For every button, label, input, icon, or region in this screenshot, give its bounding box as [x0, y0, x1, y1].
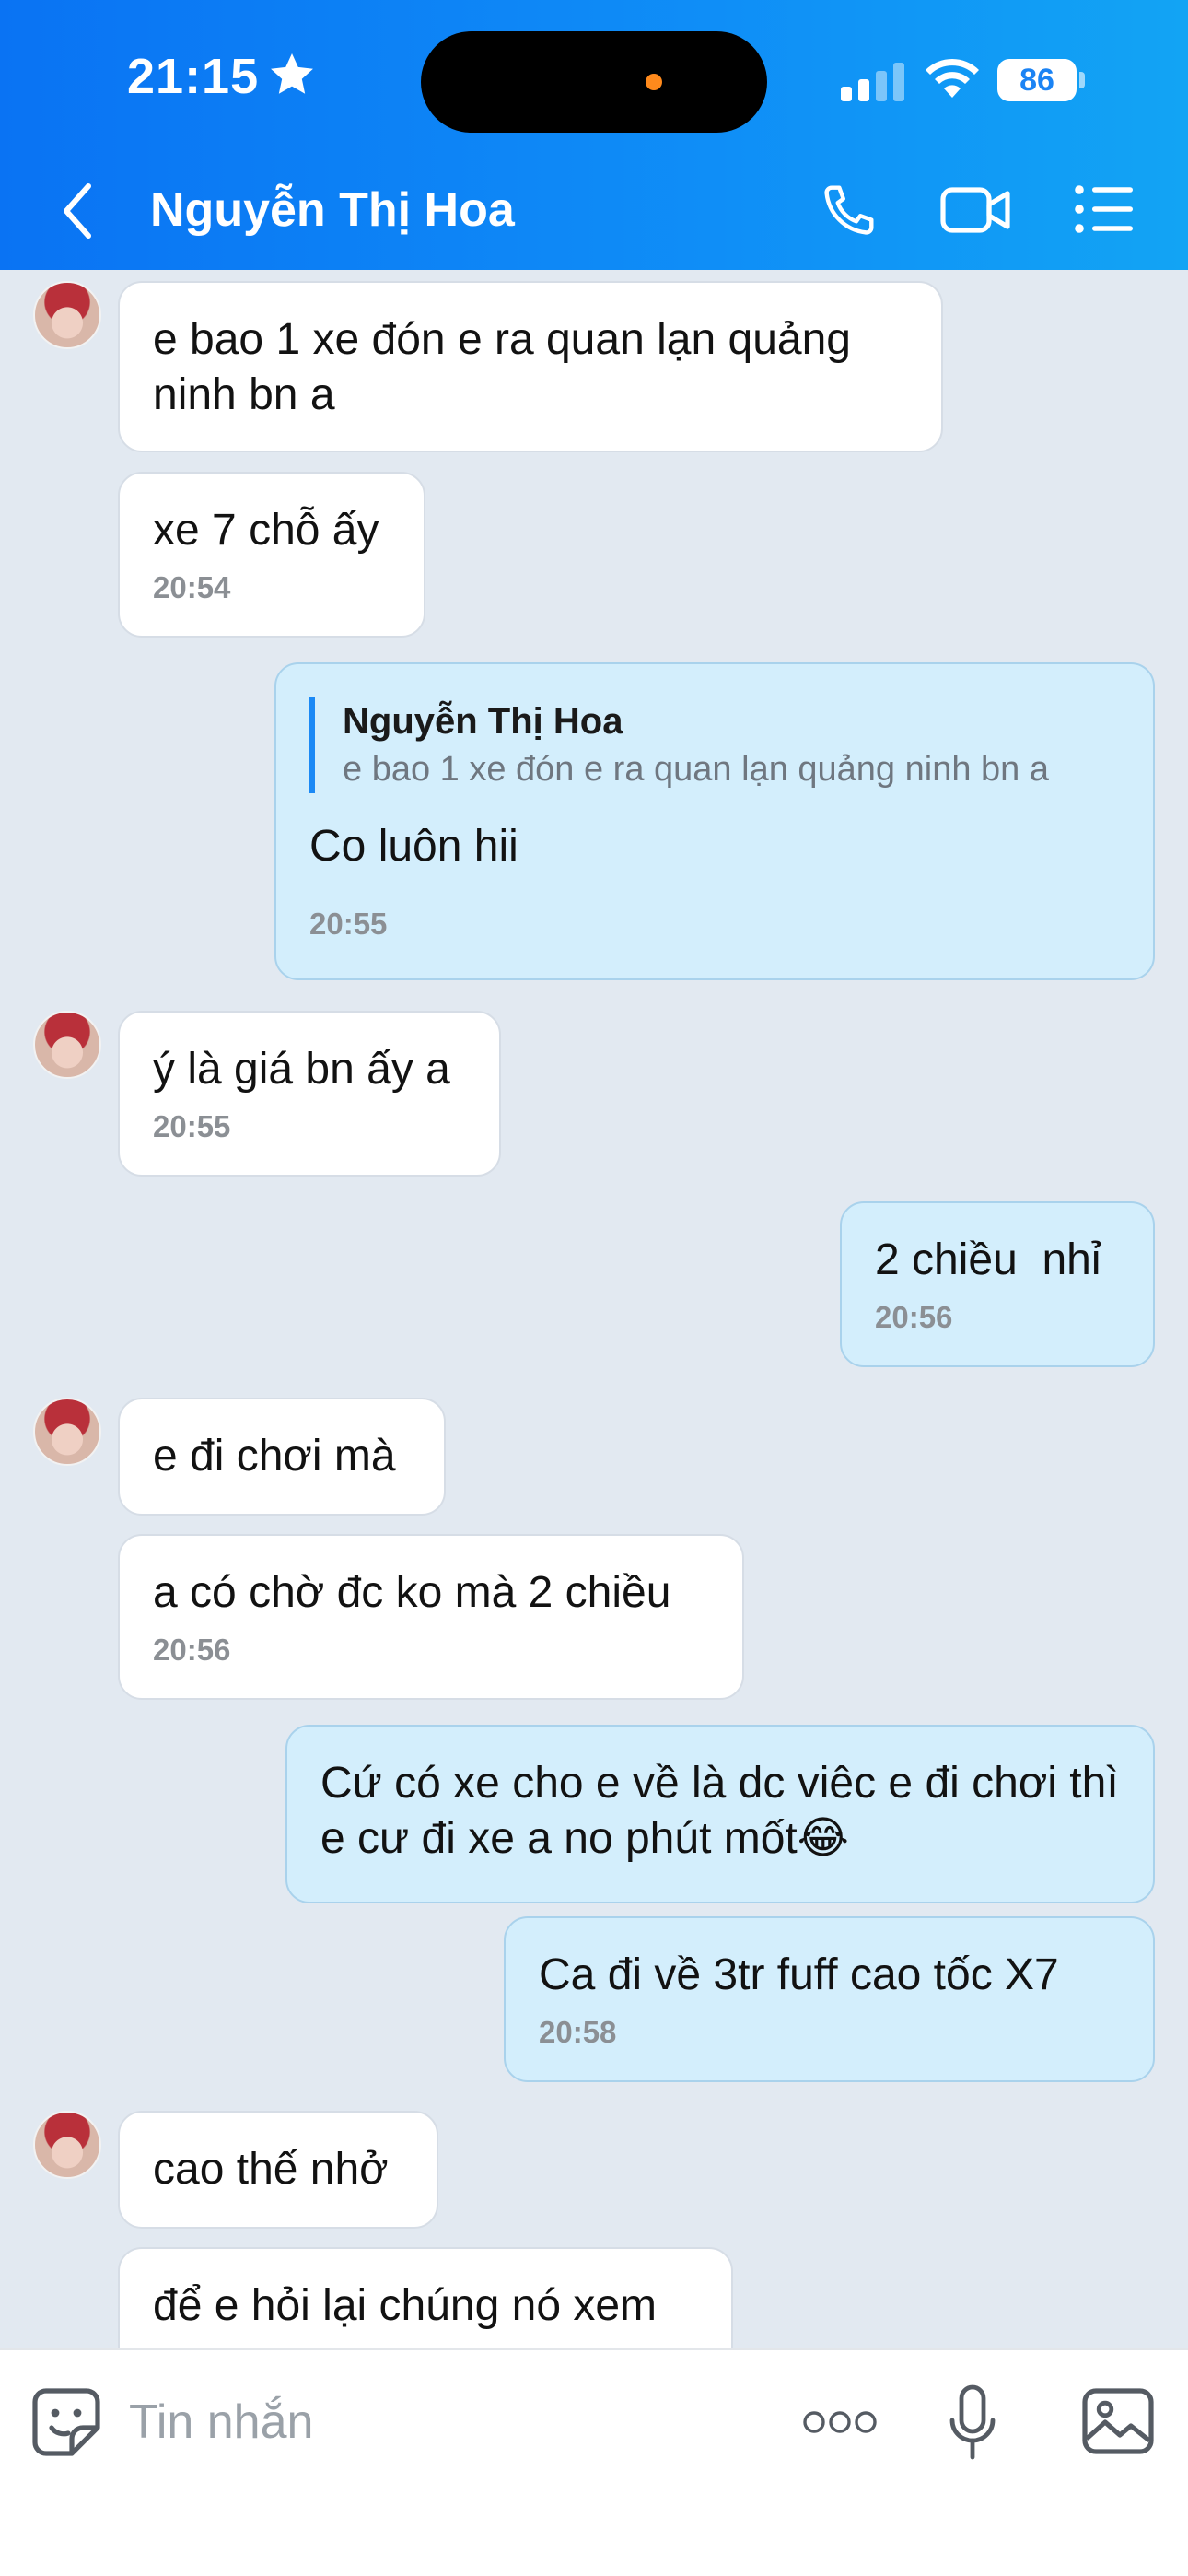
message-time: 20:56: [875, 1300, 953, 1334]
message-bubble-incoming[interactable]: xe 7 chỗ ấy 20:54: [118, 472, 425, 638]
message-input[interactable]: [129, 2385, 774, 2459]
message-text: Co luôn hii: [309, 822, 518, 871]
message-text: e bao 1 xe đón e ra quan lạn quảng ninh …: [153, 315, 851, 419]
contact-name[interactable]: Nguyễn Thị Hoa: [150, 182, 515, 238]
image-icon[interactable]: [1081, 2387, 1155, 2455]
message-text: ý là giá bn ấy a: [153, 1045, 450, 1094]
contact-avatar[interactable]: [33, 1011, 101, 1079]
message-text: a có chờ đc ko mà 2 chiều: [153, 1568, 671, 1617]
reply-quote[interactable]: Nguyễn Thị Hoa e bao 1 xe đón e ra quan …: [309, 697, 1120, 793]
more-dots-icon[interactable]: [801, 2404, 879, 2441]
list-menu-icon[interactable]: [1074, 184, 1135, 234]
battery-level: 86: [997, 59, 1077, 101]
message-text: 2 chiều nhỉ: [875, 1235, 1101, 1284]
message-bubble-outgoing[interactable]: Nguyễn Thị Hoa e bao 1 xe đón e ra quan …: [274, 662, 1155, 980]
wifi-icon: [926, 58, 979, 98]
message-bubble-outgoing[interactable]: Cứ có xe cho e về là dc viêc e đi chơi t…: [285, 1725, 1155, 1903]
message-bubble-incoming[interactable]: để e hỏi lại chúng nó xem: [118, 2247, 733, 2348]
message-time: 20:55: [309, 907, 388, 941]
sticker-icon[interactable]: [31, 2387, 101, 2457]
contact-avatar[interactable]: [33, 1398, 101, 1466]
battery-tip: [1079, 72, 1085, 88]
message-bubble-incoming[interactable]: e đi chơi mà: [118, 1398, 446, 1516]
message-time: 20:56: [153, 1633, 231, 1667]
contact-avatar[interactable]: [33, 2111, 101, 2179]
signal-icon: [841, 63, 904, 101]
contact-avatar[interactable]: [33, 281, 101, 349]
message-time: 20:58: [539, 2015, 617, 2049]
status-time: 21:15: [127, 49, 260, 104]
message-text: Ca đi về 3tr fuff cao tốc X7: [539, 1950, 1059, 1999]
chat-header: 21:15 86 Nguyễn Thị Hoa: [0, 0, 1188, 270]
message-time: 20:54: [153, 570, 231, 604]
message-bubble-incoming[interactable]: cao thế nhở: [118, 2111, 438, 2229]
message-text: để e hỏi lại chúng nó xem: [153, 2281, 658, 2330]
battery-icon: 86: [997, 59, 1085, 101]
message-composer: [0, 2348, 1188, 2576]
message-text: xe 7 chỗ ấy: [153, 506, 379, 555]
message-bubble-incoming[interactable]: ý là giá bn ấy a 20:55: [118, 1011, 501, 1177]
message-list[interactable]: e bao 1 xe đón e ra quan lạn quảng ninh …: [0, 270, 1188, 2348]
privacy-indicator-dot: [646, 74, 662, 90]
microphone-icon[interactable]: [949, 2383, 996, 2461]
phone-icon[interactable]: [818, 181, 879, 241]
message-bubble-incoming[interactable]: e bao 1 xe đón e ra quan lạn quảng ninh …: [118, 281, 943, 452]
quote-sender-name: Nguyễn Thị Hoa: [343, 701, 623, 742]
message-bubble-incoming[interactable]: a có chờ đc ko mà 2 chiều 20:56: [118, 1534, 744, 1700]
message-text: Cứ có xe cho e về là dc viêc e đi chơi t…: [320, 1759, 1119, 1863]
dynamic-island: [421, 31, 767, 133]
message-text: e đi chơi mà: [153, 1432, 396, 1481]
quote-text: e bao 1 xe đón e ra quan lạn quảng ninh …: [343, 750, 1049, 789]
message-bubble-outgoing[interactable]: 2 chiều nhỉ 20:56: [840, 1201, 1155, 1367]
message-bubble-outgoing[interactable]: Ca đi về 3tr fuff cao tốc X7 20:58: [504, 1916, 1155, 2082]
video-camera-icon[interactable]: [939, 182, 1013, 238]
star-icon: [271, 53, 313, 94]
back-chevron-icon[interactable]: [55, 181, 101, 241]
message-text: cao thế nhở: [153, 2145, 389, 2194]
message-time: 20:55: [153, 1109, 231, 1143]
